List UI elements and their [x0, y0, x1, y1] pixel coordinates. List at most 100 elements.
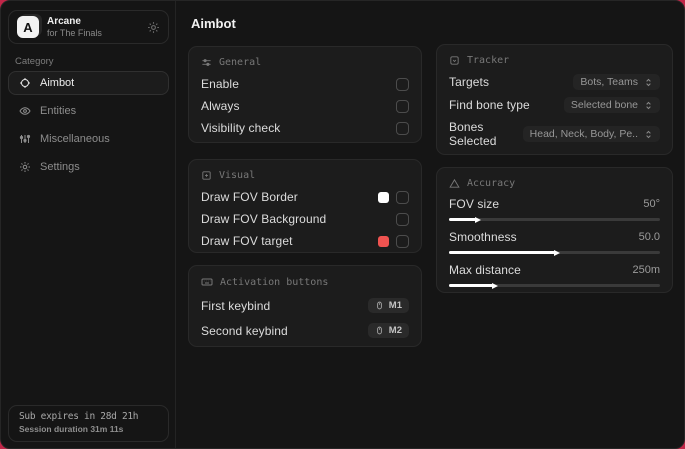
setting-row-always: Always: [201, 99, 409, 113]
unfold-icon: [644, 101, 653, 110]
slider-thumb[interactable]: [475, 216, 482, 223]
setting-row-enable: Enable: [201, 77, 409, 91]
slider-fill: [449, 216, 482, 223]
fov-background-checkbox[interactable]: [396, 212, 409, 226]
setting-row-fov-border: Draw FOV Border: [201, 190, 409, 204]
dropdown-value: Bots, Teams: [580, 76, 638, 88]
setting-row-fov-target: Draw FOV target: [201, 234, 409, 248]
desktop-background: A Arcane for The Finals Category Aimbot …: [0, 0, 685, 449]
unfold-icon: [644, 130, 653, 139]
sidebar-item-label: Entities: [40, 105, 77, 117]
activation-card-title: Activation buttons: [220, 276, 329, 288]
slider-fill: [449, 249, 560, 256]
setting-label: FOV size: [449, 197, 500, 211]
eye-icon: [19, 105, 31, 117]
keyboard-icon: [201, 276, 213, 288]
app-window: A Arcane for The Finals Category Aimbot …: [0, 0, 685, 449]
max-distance-slider[interactable]: [449, 282, 660, 289]
visual-card: Visual Draw FOV Border Draw FOV Backgrou…: [188, 159, 422, 253]
activation-card-header: Activation buttons: [201, 276, 409, 288]
app-logo: A: [17, 16, 39, 38]
find-bone-type-dropdown[interactable]: Selected bone: [563, 97, 660, 113]
setting-row-fov-size: FOV size 50°: [449, 197, 660, 223]
fov-border-checkbox[interactable]: [396, 190, 409, 204]
setting-label: Targets: [449, 75, 490, 89]
setting-label: Smoothness: [449, 230, 517, 244]
accuracy-card-header: Accuracy: [449, 178, 660, 189]
sidebar-item-aimbot[interactable]: Aimbot: [8, 71, 169, 95]
general-card-header: General: [201, 57, 409, 68]
sidebar-item-label: Settings: [40, 161, 80, 173]
tracker-card-title: Tracker: [467, 55, 510, 66]
smoothness-slider[interactable]: [449, 249, 660, 256]
fov-target-checkbox[interactable]: [396, 234, 409, 248]
bones-selected-dropdown[interactable]: Head, Neck, Body, Pe..: [522, 126, 660, 142]
fov-size-slider[interactable]: [449, 216, 660, 223]
slider-thumb[interactable]: [492, 282, 499, 289]
setting-label: Always: [201, 99, 240, 113]
general-card: General Enable Always Visibility check: [188, 46, 422, 143]
gear-icon: [19, 161, 31, 173]
subscription-status-card: Sub expires in 28d 21h Session duration …: [8, 405, 169, 442]
sub-expires-text: Sub expires in 28d 21h: [19, 411, 139, 422]
setting-row-visibility-check: Visibility check: [201, 121, 409, 135]
setting-label: Draw FOV Background: [201, 212, 327, 226]
color-swatch-white[interactable]: [378, 191, 389, 203]
tracker-card-header: Tracker: [449, 55, 660, 66]
sidebar-nav: Aimbot Entities Miscellaneous Settings: [8, 71, 169, 183]
visual-card-header: Visual: [201, 170, 409, 181]
tracker-card: Tracker Targets Bots, Teams Find bone ty…: [436, 44, 673, 155]
page-title: Aimbot: [191, 16, 236, 31]
visual-card-title: Visual: [219, 170, 256, 181]
sliders-icon: [19, 133, 31, 145]
triangle-icon: [449, 178, 460, 189]
slider-thumb[interactable]: [553, 249, 560, 256]
smoothness-value: 50.0: [638, 231, 660, 243]
sliders-horizontal-icon: [201, 57, 212, 68]
sidebar-item-settings[interactable]: Settings: [8, 155, 169, 179]
mouse-icon: [375, 301, 384, 310]
color-swatch-red[interactable]: [378, 235, 389, 247]
setting-row-targets: Targets Bots, Teams: [449, 74, 660, 90]
enable-checkbox[interactable]: [396, 77, 409, 91]
setting-row-smoothness: Smoothness 50.0: [449, 230, 660, 256]
setting-label: Max distance: [449, 263, 521, 277]
setting-row-second-keybind: Second keybind M2: [201, 323, 409, 338]
app-subtitle: for The Finals: [47, 27, 102, 38]
sidebar-item-label: Aimbot: [40, 77, 75, 89]
setting-label: Find bone type: [449, 98, 530, 112]
unfold-icon: [644, 78, 653, 87]
setting-row-find-bone-type: Find bone type Selected bone: [449, 97, 660, 113]
mouse-icon: [375, 326, 384, 335]
setting-label: Enable: [201, 77, 239, 91]
box-chevron-icon: [449, 55, 460, 66]
app-header-card: A Arcane for The Finals: [8, 10, 169, 44]
setting-label: Bones Selected: [449, 120, 497, 148]
setting-label: First keybind: [201, 298, 271, 313]
frame-plus-icon: [201, 170, 212, 181]
session-duration-text: Session duration 31m 11s: [19, 424, 124, 434]
sidebar: A Arcane for The Finals Category Aimbot …: [1, 1, 176, 448]
activation-buttons-card: Activation buttons First keybind M1 Seco…: [188, 265, 422, 347]
gear-icon[interactable]: [147, 21, 160, 34]
visibility-check-checkbox[interactable]: [396, 121, 409, 135]
accuracy-card-title: Accuracy: [467, 178, 516, 189]
crosshair-icon: [19, 77, 31, 89]
setting-label: Second keybind: [201, 323, 288, 338]
app-title-block: Arcane for The Finals: [47, 16, 139, 38]
setting-row-first-keybind: First keybind M1: [201, 298, 409, 313]
second-keybind-button[interactable]: M2: [367, 323, 409, 338]
setting-row-max-distance: Max distance 250m: [449, 263, 660, 289]
slider-fill: [449, 282, 499, 289]
targets-dropdown[interactable]: Bots, Teams: [573, 74, 660, 90]
sidebar-item-entities[interactable]: Entities: [8, 99, 169, 123]
first-keybind-button[interactable]: M1: [367, 298, 409, 313]
keybind-value: M1: [388, 300, 402, 311]
fov-size-value: 50°: [643, 198, 660, 210]
setting-label: Visibility check: [201, 121, 281, 135]
accuracy-card: Accuracy FOV size 50° Smoothness 50.0 Ma…: [436, 167, 673, 293]
sidebar-item-miscellaneous[interactable]: Miscellaneous: [8, 127, 169, 151]
always-checkbox[interactable]: [396, 99, 409, 113]
sidebar-item-label: Miscellaneous: [40, 133, 110, 145]
dropdown-value: Head, Neck, Body, Pe..: [529, 128, 638, 140]
